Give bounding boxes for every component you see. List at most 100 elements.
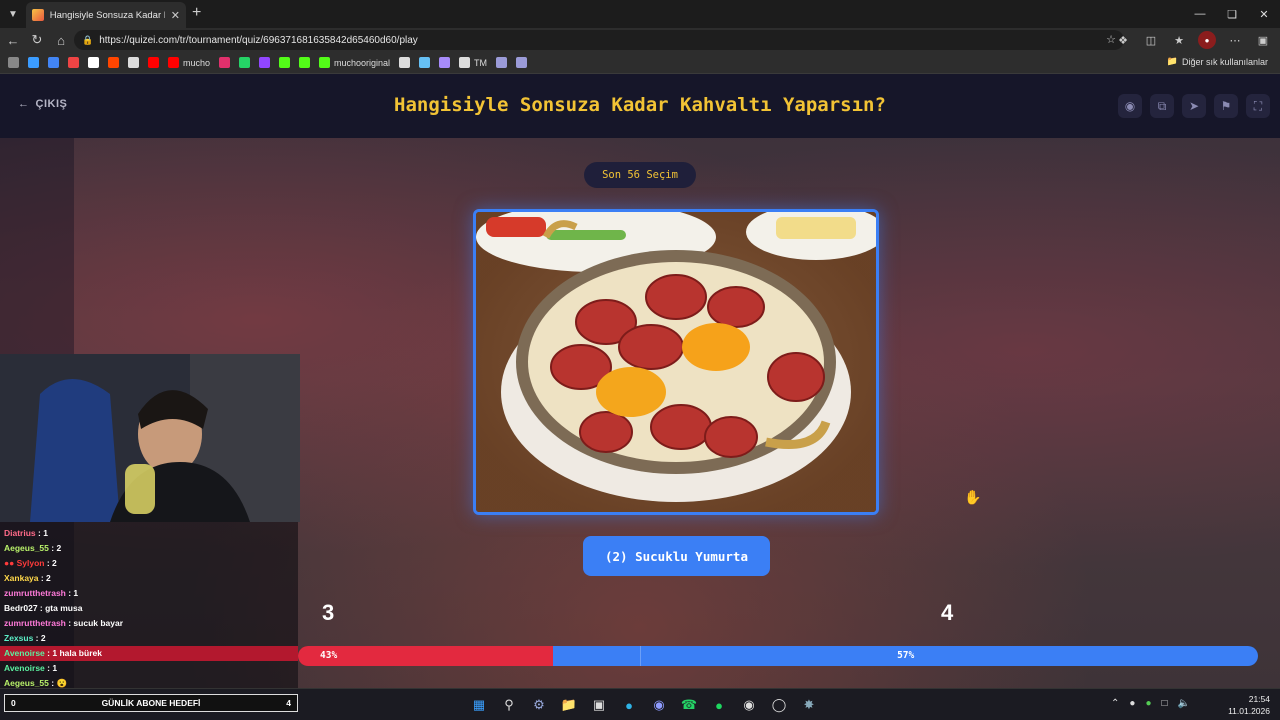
bookmark-item[interactable] [8, 57, 19, 68]
bookmark-item[interactable] [128, 57, 139, 68]
split-screen-icon[interactable]: ◫ [1142, 31, 1160, 49]
goal-right-count: 4 [286, 698, 291, 708]
chat-text: : 😮 [48, 678, 68, 688]
bookmark-favicon-icon [259, 57, 271, 68]
bookmark-item[interactable] [399, 57, 411, 68]
taskbar-clock[interactable]: 21:54 11.01.2026 [1228, 693, 1270, 717]
chat-text: : 2 [44, 558, 57, 568]
bookmark-item[interactable] [279, 57, 291, 68]
chat-message: Avenoirse : 1 hala bürek [0, 646, 298, 661]
back-button[interactable]: ← [4, 31, 22, 49]
new-tab-button[interactable]: + [192, 5, 201, 21]
bookmark-item[interactable] [299, 57, 311, 68]
bookmark-item[interactable] [419, 57, 431, 68]
windows-start-icon[interactable]: ▦ [468, 694, 490, 716]
bookmark-item[interactable]: muchooriginal [319, 57, 390, 68]
bookmark-item[interactable]: TM [459, 57, 487, 68]
result-percent-right: 57% [897, 650, 915, 661]
bookmark-item[interactable] [28, 57, 39, 68]
home-button[interactable]: ⌂ [52, 31, 70, 49]
vote-count-right: 4 [941, 600, 954, 625]
flag-icon[interactable]: ⚑ [1214, 94, 1238, 118]
reload-button[interactable]: ↻ [28, 31, 46, 49]
bookmark-item[interactable] [48, 57, 59, 68]
subscriber-goal-bar: 0 GÜNLİK ABONE HEDEFİ 4 [4, 694, 298, 712]
file-explorer-icon[interactable]: 📁 [558, 694, 580, 716]
bookmark-item[interactable] [88, 57, 99, 68]
result-segment-right: 57% [553, 646, 1258, 666]
bookmark-item[interactable] [496, 57, 508, 68]
close-icon[interactable]: ✕ [171, 9, 180, 22]
bookmark-favicon-icon [319, 57, 331, 68]
bookmark-favicon-icon [168, 57, 179, 68]
volume-icon[interactable]: 🔈 [1178, 698, 1190, 709]
bookmark-item[interactable] [108, 57, 119, 68]
chat-message: Zexsus : 2 [4, 631, 294, 646]
search-icon[interactable]: ⚲ [498, 694, 520, 716]
minimize-button[interactable]: — [1184, 0, 1216, 28]
bookmark-favicon-icon [399, 57, 411, 68]
bookmark-item[interactable] [148, 57, 159, 68]
network-icon[interactable]: □ [1162, 698, 1168, 709]
app3-icon[interactable]: ✸ [798, 694, 820, 716]
bookmark-item[interactable]: mucho [168, 57, 210, 68]
close-window-button[interactable]: ✕ [1248, 0, 1280, 28]
copy-icon[interactable]: ⧉ [1150, 94, 1174, 118]
extensions-icon[interactable]: ❖ [1114, 31, 1132, 49]
store-icon[interactable]: ▣ [588, 694, 610, 716]
discord-icon[interactable]: ◉ [648, 694, 670, 716]
tab-list-button[interactable]: ▼ [4, 5, 22, 23]
chat-message: Xankaya : 2 [4, 571, 294, 586]
result-divider [640, 646, 641, 666]
url-text: https://quizei.com/tr/tournament/quiz/69… [99, 34, 418, 46]
system-tray: ⌃ ● ● □ 🔈 [1111, 698, 1190, 709]
whatsapp-icon[interactable]: ☎ [678, 694, 700, 716]
bookmark-label: muchooriginal [334, 57, 391, 68]
choice-image [476, 212, 876, 512]
chat-message: zumrutthetrash : 1 [4, 586, 294, 601]
edge-icon[interactable]: ● [618, 694, 640, 716]
chat-text: : 1 hala bürek [44, 648, 102, 658]
bookmark-item[interactable] [219, 57, 231, 68]
chevron-up-icon[interactable]: ⌃ [1111, 698, 1119, 709]
send-icon[interactable]: ➤ [1182, 94, 1206, 118]
bookmark-favicon-icon [88, 57, 99, 68]
bookmark-item[interactable] [239, 57, 251, 68]
tray-app-icon[interactable]: ● [1129, 698, 1135, 709]
round-indicator: Son 56 Seçim [584, 162, 696, 188]
bookmark-item[interactable] [68, 57, 79, 68]
more-menu-icon[interactable]: ⋯ [1226, 31, 1244, 49]
bookmark-favicon-icon [108, 57, 119, 68]
bookmark-item[interactable] [439, 57, 451, 68]
chat-username: Aegeus_55 [4, 543, 49, 553]
chat-message: Diatrius : 1 [4, 526, 294, 541]
eye-icon[interactable]: ◉ [1118, 94, 1142, 118]
choice-image-card[interactable] [473, 209, 879, 515]
folder-icon: 📁 [1166, 56, 1178, 66]
bookmark-item[interactable] [516, 57, 528, 68]
chat-username: zumrutthetrash [4, 618, 66, 628]
quiz-header: ← ÇIKIŞ Hangisiyle Sonsuza Kadar Kahvalt… [0, 74, 1280, 138]
quiz-title: Hangisiyle Sonsuza Kadar Kahvaltı Yapars… [394, 94, 886, 116]
steam-icon[interactable]: ⚙ [528, 694, 550, 716]
app-icon[interactable]: ◉ [738, 694, 760, 716]
bookmark-favicon-icon [496, 57, 508, 68]
chat-username: Avenoirse [4, 648, 45, 658]
favorites-icon[interactable]: ★ [1170, 31, 1188, 49]
url-input[interactable]: 🔒 https://quizei.com/tr/tournament/quiz/… [74, 30, 1124, 50]
fullscreen-icon[interactable]: ⛶ [1246, 94, 1270, 118]
profile-avatar[interactable]: ● [1198, 31, 1216, 49]
bookmark-favicon-icon [239, 57, 251, 68]
bookmark-item[interactable] [259, 57, 271, 68]
maximize-button[interactable]: ❏ [1216, 0, 1248, 28]
other-bookmarks[interactable]: 📁 Diğer sık kullanılanlar [1167, 56, 1268, 67]
address-bar-row: ← ↻ ⌂ 🔒 https://quizei.com/tr/tournament… [0, 28, 1280, 52]
spotify-icon[interactable]: ● [708, 694, 730, 716]
sidebar-icon[interactable]: ▣ [1254, 31, 1272, 49]
bookmark-favicon-icon [439, 57, 451, 68]
tab-quizei[interactable]: Hangisiyle Sonsuza Kadar Kahvalt ✕ [26, 2, 186, 28]
chat-text: : sucuk bayar [65, 618, 124, 628]
app2-icon[interactable]: ◯ [768, 694, 790, 716]
microphone-icon[interactable]: ● [1145, 698, 1151, 709]
choice-button[interactable]: (2) Sucuklu Yumurta [583, 536, 770, 576]
